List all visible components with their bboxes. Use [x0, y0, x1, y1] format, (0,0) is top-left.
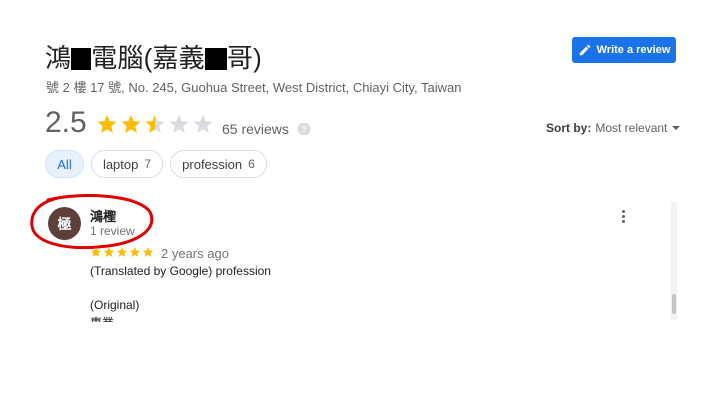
star-icon [103, 247, 115, 257]
pencil-icon [579, 44, 590, 56]
review-date: 2 years ago [161, 246, 229, 261]
review-stars [90, 246, 154, 258]
sort-value: Most relevant [595, 121, 668, 135]
original-label: (Original) [90, 298, 140, 312]
review-text: (Translated by Google) profession [90, 264, 271, 278]
chip-laptop[interactable]: laptop 7 [91, 150, 163, 178]
sort-label: Sort by: [546, 121, 592, 135]
original-text-clip: 專業 [88, 314, 208, 322]
place-title: 鴻電腦(嘉義 哥) [45, 38, 262, 75]
chip-label: All [57, 156, 72, 172]
star-icon [121, 114, 141, 133]
rating-stars [96, 113, 214, 135]
original-text: 專業 [90, 314, 114, 322]
star-icon [90, 247, 102, 257]
dot [621, 220, 625, 223]
star-icon [169, 114, 189, 133]
star-icon [116, 247, 128, 257]
redaction-bar [71, 48, 92, 70]
scrollbar-thumb[interactable] [672, 294, 676, 314]
place-address: 號 2 樓 17 號, No. 245, Guohua Street, West… [46, 80, 462, 95]
place-title-part3: 哥) [226, 43, 262, 73]
review-count: 65 reviews [222, 121, 289, 137]
sort-dropdown[interactable]: Sort by: Most relevant [546, 121, 681, 135]
chip-label: profession [182, 156, 243, 172]
average-rating: 2.5 [45, 106, 87, 139]
star-icon [145, 114, 165, 133]
star-icon [97, 114, 117, 133]
more-options-icon[interactable] [617, 210, 629, 228]
dot [621, 210, 625, 213]
chip-profession[interactable]: profession 6 [170, 150, 267, 178]
star-icon [193, 114, 213, 133]
redaction-bar [204, 48, 227, 70]
reviewer-name[interactable]: 鴻檉 [90, 206, 116, 225]
chip-all[interactable]: All [45, 150, 84, 178]
chip-count: 7 [144, 157, 152, 171]
place-title-part1: 鴻 [45, 43, 72, 73]
dot [621, 215, 625, 218]
place-title-part2: 電腦(嘉義 [91, 43, 205, 73]
chip-count: 6 [248, 157, 255, 171]
star-icon [129, 247, 141, 257]
star-icon [142, 247, 154, 257]
svg-text:?: ? [302, 125, 307, 134]
write-review-button[interactable]: Write a review [572, 37, 676, 63]
write-review-label: Write a review [596, 44, 671, 56]
chip-label: laptop [102, 156, 139, 172]
caret-down-icon [672, 126, 681, 130]
reviewer-review-count: 1 review [90, 224, 135, 238]
help-icon[interactable]: ? [297, 122, 311, 136]
